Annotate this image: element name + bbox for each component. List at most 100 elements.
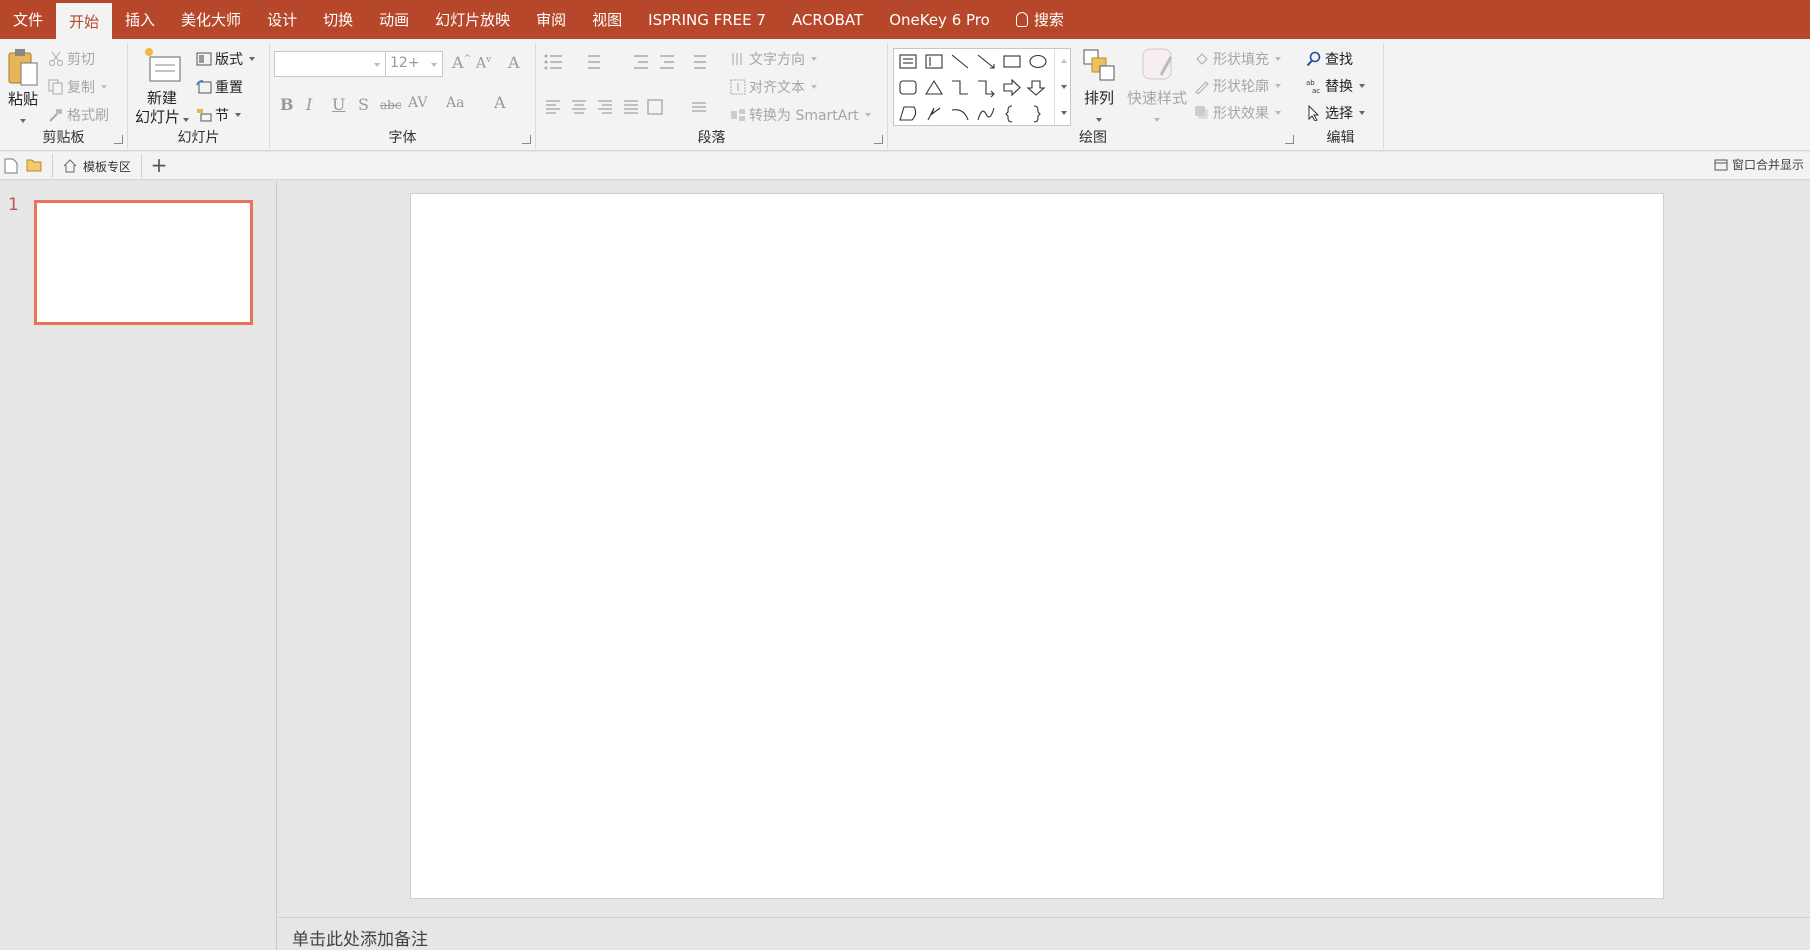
tab-file[interactable]: 文件	[0, 0, 56, 39]
chevron-down-icon	[1359, 84, 1365, 88]
tab-review[interactable]: 审阅	[523, 0, 579, 39]
merge-windows-button[interactable]: 窗口合并显示	[1714, 156, 1804, 173]
tab-animations[interactable]: 动画	[366, 0, 422, 39]
reset-label: 重置	[215, 80, 243, 96]
text-direction-button[interactable]: 文字方向	[730, 49, 817, 69]
editing-group: 查找 ab ac 替换 选择 编辑	[1298, 43, 1384, 149]
tab-beautify[interactable]: 美化大师	[168, 0, 254, 39]
folder-icon[interactable]	[26, 158, 42, 172]
font-size-select[interactable]: 12+	[385, 51, 443, 77]
chevron-down-icon	[1275, 111, 1281, 115]
convert-smartart-label: 转换为 SmartArt	[749, 108, 859, 124]
font-group-label: 字体	[388, 130, 417, 146]
gallery-more-icon[interactable]	[1061, 111, 1067, 115]
shrink-font-icon[interactable]: Av	[476, 55, 491, 72]
replace-button[interactable]: ab ac 替换	[1306, 76, 1365, 96]
format-painter-button[interactable]: 格式刷	[48, 105, 109, 125]
scroll-down-icon[interactable]	[1061, 85, 1067, 89]
chevron-down-icon	[20, 119, 26, 123]
slide-number: 1	[8, 195, 19, 215]
clipboard-launcher-icon[interactable]	[114, 135, 123, 144]
new-slide-label-1: 新建	[146, 89, 177, 107]
search-tell-me[interactable]: 搜索	[1003, 0, 1077, 39]
text-shadow-icon[interactable]: S	[358, 95, 369, 114]
change-case-icon[interactable]: Aa	[446, 95, 464, 111]
shape-fill-button[interactable]: 形状填充	[1194, 49, 1281, 69]
merge-windows-label: 窗口合并显示	[1731, 158, 1804, 172]
chevron-down-icon	[1275, 84, 1281, 88]
cut-button[interactable]: 剪切	[48, 49, 95, 69]
italic-icon[interactable]: I	[306, 95, 312, 114]
menu-bar: 文件 开始 插入 美化大师 设计 切换 动画 幻灯片放映 审阅 视图 ISPRI…	[0, 0, 1810, 39]
tab-acrobat[interactable]: ACROBAT	[779, 0, 876, 39]
scroll-up-icon[interactable]	[1061, 59, 1067, 63]
cut-label: 剪切	[67, 52, 95, 68]
chevron-down-icon	[249, 57, 255, 61]
layout-button[interactable]: 版式	[196, 49, 255, 69]
pen-icon	[1195, 81, 1209, 94]
font-color-icon[interactable]: A	[494, 93, 506, 112]
shape-effects-button[interactable]: 形状效果	[1194, 103, 1281, 123]
tab-home[interactable]: 开始	[56, 3, 113, 39]
list-indent-icons	[544, 54, 706, 70]
char-spacing-icon[interactable]: AV	[408, 95, 428, 111]
notes-placeholder: 单击此处添加备注	[292, 930, 428, 950]
paragraph-group-label: 段落	[697, 130, 726, 146]
paste-button[interactable]: 粘贴	[4, 47, 42, 127]
grow-font-icon[interactable]: A^	[452, 53, 471, 72]
arrange-label: 排列	[1083, 89, 1114, 107]
bold-icon[interactable]: B	[280, 95, 294, 114]
drawing-group-label: 绘图	[1079, 130, 1107, 146]
font-name-select[interactable]	[274, 51, 386, 77]
chevron-down-icon	[811, 85, 817, 89]
shapes-gallery[interactable]	[893, 48, 1071, 126]
editing-group-label: 编辑	[1326, 130, 1355, 146]
section-button[interactable]: 节	[196, 105, 241, 125]
tab-insert[interactable]: 插入	[112, 0, 168, 39]
tab-view[interactable]: 视图	[579, 0, 635, 39]
arrange-button[interactable]: 排列	[1077, 47, 1121, 126]
slide-thumbnail[interactable]	[34, 200, 253, 325]
add-tab-icon[interactable]: +	[148, 155, 170, 177]
new-slide-button[interactable]: 新建 幻灯片	[132, 45, 192, 129]
paragraph-launcher-icon[interactable]	[874, 135, 883, 144]
select-button[interactable]: 选择	[1306, 103, 1365, 123]
shapes-gallery-icons	[899, 54, 1047, 123]
quick-styles-button[interactable]: 快速样式	[1124, 47, 1190, 126]
template-zone-tab[interactable]: 模板专区	[52, 154, 143, 178]
tab-slideshow[interactable]: 幻灯片放映	[422, 0, 523, 39]
clear-format-icon[interactable]: A	[508, 53, 520, 72]
chevron-down-icon	[811, 57, 817, 61]
shape-outline-button[interactable]: 形状轮廓	[1194, 76, 1281, 96]
strikethrough-icon[interactable]: abc	[380, 98, 402, 112]
gallery-scroll[interactable]	[1054, 49, 1070, 125]
window-icon	[1714, 159, 1728, 170]
chevron-down-icon	[1359, 111, 1365, 115]
tab-onekey[interactable]: OneKey 6 Pro	[876, 0, 1003, 39]
font-group: 12+ A^ Av A B I U S abc AV Aa A 字体	[270, 43, 536, 149]
drawing-launcher-icon[interactable]	[1285, 135, 1294, 144]
clipboard-group-label: 剪贴板	[42, 130, 85, 146]
font-launcher-icon[interactable]	[522, 135, 531, 144]
home-icon	[63, 159, 77, 173]
copy-button[interactable]: 复制	[48, 77, 107, 97]
convert-smartart-button[interactable]: 转换为 SmartArt	[730, 105, 871, 125]
tab-transitions[interactable]: 切换	[310, 0, 366, 39]
chevron-down-icon	[431, 63, 437, 67]
new-file-icon[interactable]	[4, 158, 18, 174]
search-label: 搜索	[1033, 11, 1064, 29]
format-painter-label: 格式刷	[67, 108, 109, 124]
reset-button[interactable]: 重置	[196, 77, 243, 97]
underline-icon[interactable]: U	[332, 95, 345, 114]
tab-ispring[interactable]: ISPRING FREE 7	[635, 0, 779, 39]
text-direction-label: 文字方向	[749, 52, 805, 68]
notes-pane[interactable]: 单击此处添加备注	[278, 917, 1810, 950]
align-text-label: 对齐文本	[749, 80, 805, 96]
find-button[interactable]: 查找	[1306, 49, 1353, 69]
tab-design[interactable]: 设计	[254, 0, 310, 39]
slide-canvas[interactable]	[410, 193, 1664, 899]
layout-label: 版式	[215, 52, 243, 68]
align-text-button[interactable]: 对齐文本	[730, 77, 817, 97]
lightbulb-icon	[1015, 12, 1028, 27]
scissors-icon	[49, 51, 63, 66]
